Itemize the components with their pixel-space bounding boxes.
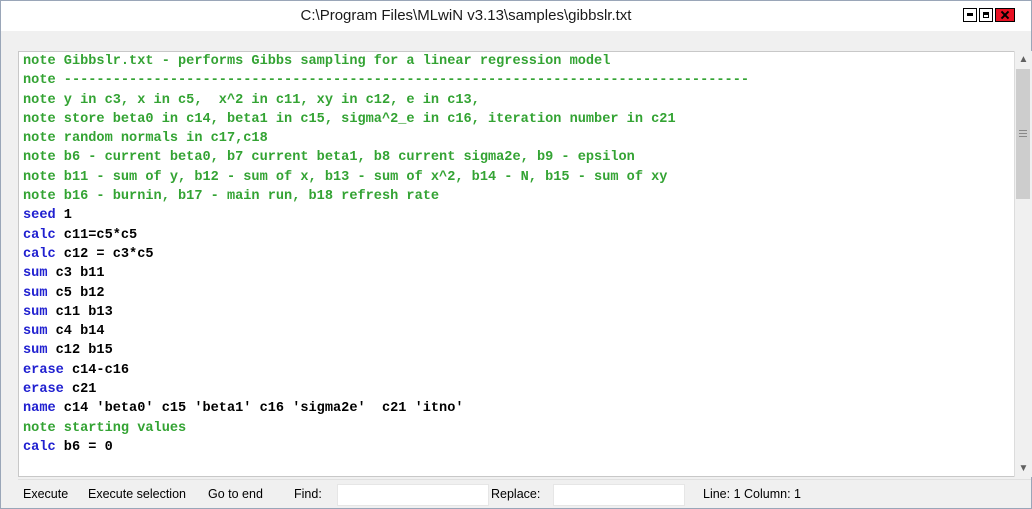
- command-arguments: c3 b11: [47, 266, 105, 282]
- find-input[interactable]: [337, 484, 489, 506]
- macro-editor-text-area[interactable]: note Gibbslr.txt - performs Gibbs sampli…: [18, 51, 1015, 477]
- code-line[interactable]: note starting values: [19, 419, 1015, 438]
- command-arguments: c4 b14: [47, 324, 105, 340]
- code-line[interactable]: note -----------------------------------…: [19, 71, 1015, 90]
- window-title: C:\Program Files\MLwiN v3.13\samples\gib…: [300, 7, 632, 24]
- left-margin: [1, 31, 17, 508]
- command-arguments: y in c3, x in c5, x^2 in c11, xy in c12,…: [55, 92, 480, 108]
- code-line[interactable]: calc b6 = 0: [19, 438, 1015, 457]
- code-line[interactable]: erase c21: [19, 380, 1015, 399]
- command-keyword: calc: [23, 439, 56, 455]
- command-keyword: note: [23, 420, 56, 436]
- command-keyword: note: [23, 169, 56, 185]
- command-arguments: Gibbslr.txt - performs Gibbs sampling fo…: [55, 54, 611, 69]
- grip-line: [1019, 136, 1027, 137]
- command-keyword: note: [23, 92, 56, 108]
- title-bar[interactable]: C:\Program Files\MLwiN v3.13\samples\gib…: [1, 1, 1031, 31]
- go-to-end-button[interactable]: Go to end: [208, 480, 263, 508]
- command-keyword: note: [23, 150, 56, 166]
- find-label: Find:: [294, 487, 322, 501]
- code-line[interactable]: calc c11=c5*c5: [19, 226, 1015, 245]
- maximize-icon[interactable]: [979, 8, 993, 22]
- code-line[interactable]: erase c14-c16: [19, 361, 1015, 380]
- replace-label: Replace:: [491, 487, 541, 501]
- command-keyword: sum: [23, 304, 48, 320]
- command-keyword: note: [23, 54, 56, 69]
- chevron-down-icon[interactable]: ▼: [1015, 460, 1032, 477]
- command-keyword: note: [23, 111, 56, 127]
- command-arguments: b11 - sum of y, b12 - sum of x, b13 - su…: [55, 169, 668, 185]
- code-line[interactable]: sum c5 b12: [19, 284, 1015, 303]
- command-arguments: c11 b13: [47, 304, 113, 320]
- code-line[interactable]: sum c3 b11: [19, 264, 1015, 283]
- command-keyword: erase: [23, 362, 64, 378]
- command-arguments: b6 = 0: [55, 439, 113, 455]
- grip-line: [1019, 130, 1027, 131]
- code-line[interactable]: note random normals in c17,c18: [19, 129, 1015, 148]
- command-keyword: note: [23, 73, 56, 89]
- scrollbar-thumb[interactable]: [1016, 69, 1030, 199]
- code-line[interactable]: note store beta0 in c14, beta1 in c15, s…: [19, 110, 1015, 129]
- command-arguments: c12 = c3*c5: [55, 246, 154, 262]
- code-line[interactable]: note b16 - burnin, b17 - main run, b18 r…: [19, 187, 1015, 206]
- code-line[interactable]: note y in c3, x in c5, x^2 in c11, xy in…: [19, 91, 1015, 110]
- command-arguments: c12 b15: [47, 343, 113, 359]
- code-line[interactable]: name c14 'beta0' c15 'beta1' c16 'sigma2…: [19, 399, 1015, 418]
- command-keyword: note: [23, 189, 56, 205]
- command-keyword: calc: [23, 246, 56, 262]
- code-line[interactable]: sum c4 b14: [19, 322, 1015, 341]
- command-arguments: store beta0 in c14, beta1 in c15, sigma^…: [55, 111, 676, 127]
- command-arguments: c14 'beta0' c15 'beta1' c16 'sigma2e' c2…: [55, 401, 464, 417]
- command-keyword: note: [23, 131, 56, 147]
- execute-selection-button[interactable]: Execute selection: [88, 480, 186, 508]
- command-arguments: b16 - burnin, b17 - main run, b18 refres…: [55, 189, 440, 205]
- minimize-icon[interactable]: [963, 8, 977, 22]
- top-margin: [17, 31, 1031, 51]
- command-keyword: erase: [23, 382, 64, 398]
- command-keyword: calc: [23, 227, 56, 243]
- vertical-scrollbar[interactable]: ▲ ▼: [1014, 51, 1032, 477]
- command-keyword: sum: [23, 266, 48, 282]
- chevron-up-icon[interactable]: ▲: [1015, 51, 1032, 68]
- code-line[interactable]: note b6 - current beta0, b7 current beta…: [19, 148, 1015, 167]
- status-bar: Execute Execute selection Go to end Find…: [18, 479, 1031, 508]
- grip-line: [1019, 133, 1027, 134]
- command-arguments: c21: [63, 382, 97, 398]
- execute-button[interactable]: Execute: [23, 480, 68, 508]
- code-line[interactable]: calc c12 = c3*c5: [19, 245, 1015, 264]
- command-keyword: name: [23, 401, 56, 417]
- command-keyword: sum: [23, 324, 48, 340]
- replace-input[interactable]: [553, 484, 685, 506]
- command-arguments: random normals in c17,c18: [55, 131, 268, 147]
- command-arguments: ----------------------------------------…: [55, 73, 750, 89]
- command-keyword: seed: [23, 208, 56, 224]
- command-arguments: b6 - current beta0, b7 current beta1, b8…: [55, 150, 635, 166]
- command-arguments: 1: [55, 208, 72, 224]
- command-arguments: c5 b12: [47, 285, 105, 301]
- code-line[interactable]: sum c12 b15: [19, 341, 1015, 360]
- cursor-position: Line: 1 Column: 1: [703, 487, 801, 501]
- code-line[interactable]: note b11 - sum of y, b12 - sum of x, b13…: [19, 168, 1015, 187]
- command-arguments: starting values: [55, 420, 187, 436]
- command-arguments: c11=c5*c5: [55, 227, 138, 243]
- command-keyword: sum: [23, 285, 48, 301]
- command-arguments: c14-c16: [63, 362, 130, 378]
- code-line[interactable]: note Gibbslr.txt - performs Gibbs sampli…: [19, 52, 1015, 71]
- code-line[interactable]: sum c11 b13: [19, 303, 1015, 322]
- close-icon[interactable]: [995, 8, 1015, 22]
- command-keyword: sum: [23, 343, 48, 359]
- editor-window: C:\Program Files\MLwiN v3.13\samples\gib…: [0, 0, 1032, 509]
- code-line[interactable]: seed 1: [19, 206, 1015, 225]
